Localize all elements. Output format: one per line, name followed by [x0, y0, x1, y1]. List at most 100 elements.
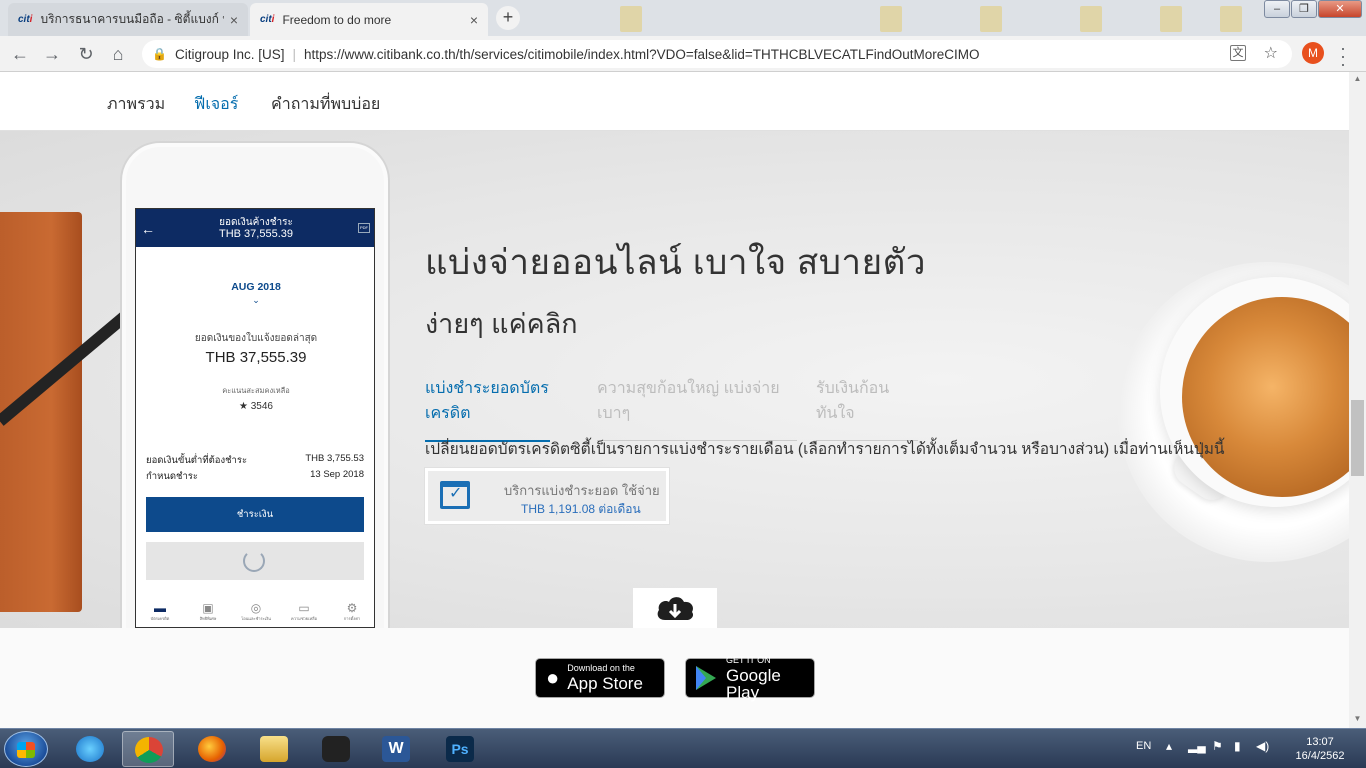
scroll-up-arrow-icon[interactable]: ▲ [1349, 74, 1366, 88]
pdf-icon: PDF [358, 223, 370, 233]
tab-title: Freedom to do more [282, 12, 392, 27]
taskbar-file-explorer[interactable] [248, 731, 300, 767]
system-clock[interactable]: 13:07 16/4/2562 [1290, 735, 1350, 763]
windows-taskbar: W Ps EN ▴ ▂▄ ⚑ ▮ ◀) 13:07 16/4/2562 [0, 728, 1366, 768]
tab-title: บริการธนาคารบนมือถือ - ซิตี้แบงก์ ประเทศ… [40, 12, 223, 26]
firefox-icon [198, 736, 226, 762]
restore-button[interactable]: ❐ [1291, 0, 1317, 18]
bookmark-star-icon[interactable]: ☆ [1264, 43, 1278, 63]
close-window-button[interactable]: ✕ [1318, 0, 1362, 18]
subnav-features[interactable]: ฟีเจอร์ [194, 92, 239, 135]
gear-icon: ⚙ [346, 601, 358, 615]
translate-icon[interactable]: 文 [1230, 45, 1246, 61]
tray-expand-icon[interactable]: ▴ [1166, 739, 1172, 753]
taskbar-chrome[interactable] [122, 731, 174, 767]
battery-icon[interactable]: ▮ [1234, 739, 1241, 753]
browser-menu-icon[interactable]: · · · [1338, 39, 1348, 73]
feature-tab-installment[interactable]: แบ่งชำระยอดบัตรเครดิต [425, 376, 550, 442]
new-tab-button[interactable]: + [496, 6, 520, 30]
tab-freedom-to-do-more[interactable]: citi Freedom to do more × [250, 3, 488, 36]
phone-statement-label: ยอดเงินของใบแจ้งยอดล่าสุด [194, 333, 318, 344]
phone-min-due-row: ยอดเงินขั้นต่ำที่ต้องชำระ THB 3,755.53 [146, 453, 364, 468]
transfer-icon: ◎ [250, 601, 262, 615]
clock-date: 16/4/2562 [1295, 750, 1345, 762]
taskbar-camera-app[interactable] [310, 731, 362, 767]
window-controls: – ❐ ✕ [1263, 0, 1362, 18]
subnav-faq[interactable]: คำถามที่พบบ่อย [271, 92, 380, 135]
phone-tab-transfer: ◎ โอนและชำระเงิน [236, 601, 276, 627]
address-bar[interactable]: 🔒 Citigroup Inc. [US] | https://www.citi… [142, 40, 1292, 68]
demo-button-line2: THB 1,191.08 ต่อเดือน [521, 502, 641, 516]
taskbar-word[interactable]: W [370, 731, 422, 767]
google-play-button[interactable]: GET IT ON Google Play [685, 654, 815, 702]
chevron-down-icon: ⌄ [252, 295, 260, 305]
loading-spinner-icon [243, 550, 265, 572]
citi-favicon-icon: citi [260, 14, 275, 25]
profile-avatar[interactable]: M [1302, 42, 1324, 64]
app-store-big-text: App Store [567, 674, 643, 693]
feature-tab-big-purchase[interactable]: ความสุขก้อนใหญ่ แบ่งจ่ายเบาๆ [597, 376, 797, 441]
forward-button[interactable]: → [42, 44, 62, 64]
phone-tab-bar: ▬ บัตรเครดิต ▣ สิทธิพิเศษ ◎ โอนและชำระเงิน … [136, 601, 374, 627]
app-store-button[interactable]: ● Download on the App Store [535, 658, 665, 698]
browser-tab-bar: citi บริการธนาคารบนมือถือ - ซิตี้แบงก์ ป… [0, 0, 1366, 36]
download-toggle[interactable] [633, 588, 717, 628]
word-icon: W [382, 736, 410, 762]
phone-screen: ← ยอดเงินค้างชำระ THB 37,555.39 PDF AUG … [135, 208, 375, 628]
internet-explorer-icon [76, 736, 104, 762]
close-tab-icon[interactable]: × [470, 12, 478, 28]
feature-tab-quick-cash[interactable]: รับเงินก้อนทันใจ [816, 376, 918, 441]
hero-headline: แบ่งจ่ายออนไลน์ เบาใจ สบายตัว [425, 243, 926, 282]
tab-citi-mobile-banking[interactable]: citi บริการธนาคารบนมือถือ - ซิตี้แบงก์ ป… [8, 3, 248, 36]
close-tab-icon[interactable]: × [230, 12, 238, 28]
clock-time: 13:07 [1306, 736, 1334, 748]
google-play-big-text: Google Play [726, 665, 781, 702]
phone-tab-label: บัตรเครดิต [150, 616, 170, 621]
phone-tab-label: โอนและชำระเงิน [241, 616, 271, 621]
phone-tab-gift: ▣ สิทธิพิเศษ [188, 601, 228, 627]
phone-statement-amount: THB 37,555.39 [205, 349, 307, 366]
back-button[interactable]: ← [10, 44, 30, 64]
signal-icon[interactable]: ▂▄ [1188, 739, 1206, 753]
app-download-strip: ● Download on the App Store GET IT ON Go… [0, 628, 1349, 728]
language-indicator[interactable]: EN [1136, 740, 1151, 752]
demo-button-line1: บริการแบ่งชำระยอด ใช้จ่าย [504, 483, 660, 498]
installment-demo-button: บริการแบ่งชำระยอด ใช้จ่าย THB 1,191.08 ต… [425, 468, 669, 524]
browser-toolbar: ← → ↻ ⌂ 🔒 Citigroup Inc. [US] | https://… [0, 36, 1366, 73]
folder-icon [260, 736, 288, 762]
apple-icon: ● [546, 665, 560, 690]
taskbar-firefox[interactable] [186, 731, 238, 767]
phone-points-label: คะแนนสะสมคงเหลือ [222, 386, 290, 395]
phone-tab-help: ▭ ความช่วยเหลือ [284, 601, 324, 627]
scrollbar-thumb[interactable] [1351, 400, 1364, 476]
feature-description: เปลี่ยนยอดบัตรเครดิตซิตี้เป็นรายการแบ่งช… [425, 441, 1225, 458]
section-navigation: ภาพรวม ฟีเจอร์ คำถามที่พบบ่อย [0, 72, 1349, 135]
volume-icon[interactable]: ◀) [1256, 739, 1269, 753]
reload-button[interactable]: ↻ [76, 44, 96, 64]
home-button[interactable]: ⌂ [108, 44, 128, 64]
phone-tab-label: สิทธิพิเศษ [199, 616, 217, 621]
subnav-overview[interactable]: ภาพรวม [107, 92, 165, 135]
google-play-small-text: GET IT ON [726, 654, 771, 665]
lock-icon[interactable]: 🔒 [152, 47, 167, 61]
start-button[interactable] [4, 731, 48, 767]
due-date-value: 13 Sep 2018 [310, 469, 364, 480]
app-store-small-text: Download on the [567, 663, 635, 673]
gift-icon: ▣ [202, 601, 214, 615]
phone-points-value: ★ 3546 [239, 401, 273, 412]
taskbar-photoshop[interactable]: Ps [434, 731, 486, 767]
card-icon: ▬ [154, 601, 166, 615]
address-separator: | [292, 46, 297, 62]
web-page: ภาพรวม ฟีเจอร์ คำถามที่พบบ่อย ← ยอดเงินค… [0, 72, 1349, 728]
google-play-icon [696, 666, 716, 690]
flag-icon[interactable]: ⚑ [1212, 739, 1223, 753]
phone-loading-panel [146, 542, 364, 580]
taskbar-internet-explorer[interactable] [64, 731, 116, 767]
phone-due-date-row: กำหนดชำระ 13 Sep 2018 [146, 469, 364, 484]
background-desktop-icons [560, 0, 1260, 36]
phone-statement-month: AUG 2018 [231, 281, 281, 293]
minimize-button[interactable]: – [1264, 0, 1290, 18]
photoshop-icon: Ps [446, 736, 474, 762]
page-scrollbar[interactable]: ▲ ▼ [1349, 72, 1366, 728]
scroll-down-arrow-icon[interactable]: ▼ [1349, 714, 1366, 728]
